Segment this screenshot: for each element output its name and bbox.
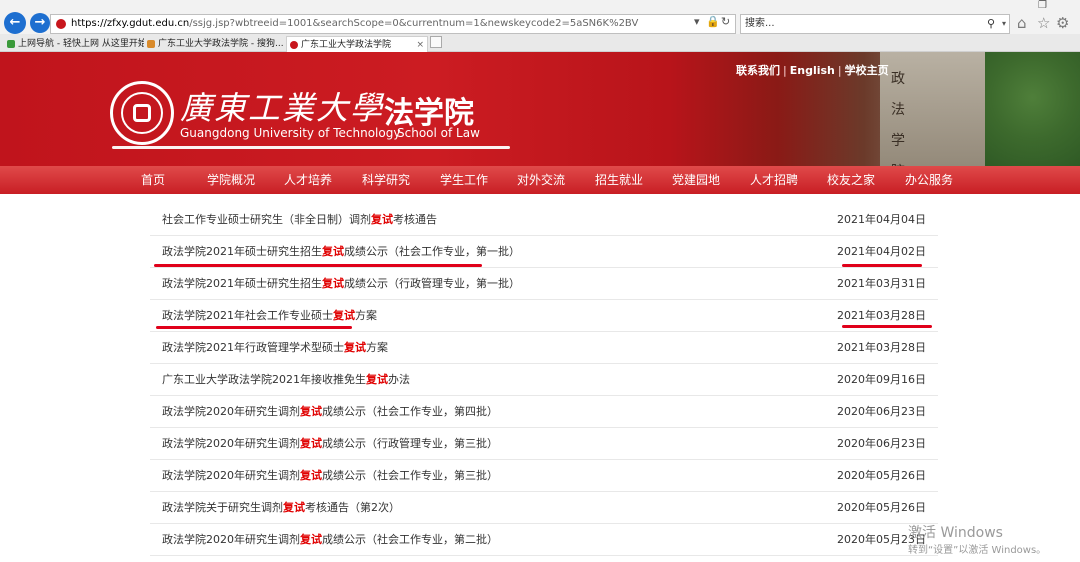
item-title[interactable]: 政法学院2020年研究生调剂复试成绩公示（社会工作专业，第三批）	[162, 460, 498, 492]
site-banner: 政 法 学 院 联系我们|English|学校主页 廣東工業大學 Guangdo…	[0, 52, 1080, 166]
annotation-underline	[156, 326, 352, 329]
nav-alumni[interactable]: 校友之家	[827, 166, 875, 194]
nav-recruitment[interactable]: 人才招聘	[750, 166, 798, 194]
search-placeholder: 搜索...	[745, 18, 775, 29]
item-date: 2021年04月04日	[837, 213, 926, 226]
tab-bar: 上网导航 - 轻快上网 从这里开始 广东工业大学政法学院 - 搜狗... 广东工…	[0, 34, 1080, 52]
close-tab-icon[interactable]: ×	[416, 37, 424, 52]
windows-activation-hint: 转到“设置”以激活 Windows。	[908, 545, 1047, 556]
school-name-en: School of Law	[397, 126, 480, 140]
nav-student[interactable]: 学生工作	[440, 166, 488, 194]
nav-about[interactable]: 学院概况	[207, 166, 255, 194]
separator: |	[837, 64, 842, 77]
nav-home[interactable]: 首页	[141, 166, 165, 194]
building-sign-char: 院	[886, 157, 910, 166]
university-name-en: Guangdong University of Technology	[180, 126, 401, 140]
tab-label: 广东工业大学政法学院 - 搜狗...	[158, 39, 284, 49]
item-title[interactable]: 政法学院2021年硕士研究生招生复试成绩公示（行政管理专业，第一批）	[162, 268, 520, 300]
url-host: https://zfxy.gdut.edu.cn	[71, 18, 190, 29]
university-seal-icon	[110, 81, 174, 145]
trees-image	[985, 52, 1080, 166]
url-input[interactable]: https://zfxy.gdut.edu.cn/ssjg.jsp?wbtree…	[50, 14, 736, 34]
windows-activation-watermark: 激活 Windows	[908, 525, 1003, 541]
item-title[interactable]: 政法学院2020年研究生调剂复试成绩公示（社会工作专业，第四批）	[162, 396, 498, 428]
item-date: 2020年06月23日	[837, 405, 926, 418]
list-item[interactable]: 政法学院2020年研究生调剂复试成绩公示（社会工作专业，第四批） 2020年06…	[150, 396, 938, 428]
item-date: 2020年05月26日	[837, 501, 926, 514]
dropdown-icon[interactable]: ▾	[694, 15, 700, 28]
item-date: 2020年05月26日	[837, 469, 926, 482]
list-item[interactable]: 社会工作专业硕士研究生（非全日制）调剂复试考核通告 2021年04月04日	[150, 204, 938, 236]
english-link[interactable]: English	[790, 64, 835, 77]
nav-research[interactable]: 科学研究	[362, 166, 410, 194]
list-item[interactable]: 广东工业大学政法学院2021年接收推免生复试办法 2020年09月16日	[150, 364, 938, 396]
list-item[interactable]: 政法学院关于研究生调剂复试考核通告（第2次） 2020年05月26日	[150, 492, 938, 524]
url-path: /ssjg.jsp?wbtreeid=1001&searchScope=0&cu…	[189, 18, 639, 29]
item-title[interactable]: 政法学院关于研究生调剂复试考核通告（第2次）	[162, 492, 400, 524]
contact-link[interactable]: 联系我们	[736, 62, 780, 78]
tab-favicon-icon	[7, 40, 15, 48]
settings-gear-icon[interactable]: ⚙	[1056, 14, 1069, 32]
address-bar-area: ← → https://zfxy.gdut.edu.cn/ssjg.jsp?wb…	[0, 0, 1080, 34]
lock-icon[interactable]: 🔒	[706, 15, 720, 28]
item-date: 2021年03月31日	[837, 277, 926, 290]
list-item[interactable]: 政法学院2021年硕士研究生招生复试成绩公示（行政管理专业，第一批） 2021年…	[150, 268, 938, 300]
item-title[interactable]: 政法学院2021年行政管理学术型硕士复试方案	[162, 332, 388, 364]
annotation-underline	[154, 264, 482, 267]
top-links: 联系我们 | English | 学校主页	[736, 62, 889, 78]
search-dropdown-icon[interactable]: ▾	[1002, 15, 1006, 33]
separator: |	[783, 64, 787, 77]
list-item[interactable]: 政法学院2021年行政管理学术型硕士复试方案 2021年03月28日	[150, 332, 938, 364]
home-icon[interactable]: ⌂	[1017, 14, 1027, 32]
refresh-icon[interactable]: ↻	[721, 15, 730, 28]
restore-window-icon[interactable]: ❐	[1038, 0, 1047, 11]
item-title[interactable]: 广东工业大学政法学院2021年接收推免生复试办法	[162, 364, 410, 396]
building-sign: 政 法 学 院	[886, 64, 910, 166]
list-item[interactable]: 政法学院2020年研究生调剂复试成绩公示（行政管理专业，第三批） 2020年06…	[150, 428, 938, 460]
site-favicon-icon	[56, 19, 66, 29]
annotation-underline	[842, 325, 932, 328]
favorites-star-icon[interactable]: ☆	[1037, 14, 1050, 32]
nav-admission[interactable]: 招生就业	[595, 166, 643, 194]
university-name-cn: 廣東工業大學	[180, 89, 385, 127]
tab-navigation[interactable]: 上网导航 - 轻快上网 从这里开始	[4, 36, 144, 52]
browser-window: ← → https://zfxy.gdut.edu.cn/ssjg.jsp?wb…	[0, 0, 1080, 562]
new-tab-button[interactable]	[430, 36, 442, 48]
nav-education[interactable]: 人才培养	[284, 166, 332, 194]
list-item[interactable]: 政法学院2020年研究生调剂复试成绩公示（社会工作专业，第二批） 2020年05…	[150, 524, 938, 556]
item-date: 2020年06月23日	[837, 437, 926, 450]
university-home-link[interactable]: 学校主页	[845, 62, 889, 78]
building-sign-char: 学	[891, 133, 905, 149]
annotation-underline	[842, 264, 922, 267]
search-icon[interactable]: ⚲	[987, 15, 995, 33]
tab-search-result[interactable]: 广东工业大学政法学院 - 搜狗...	[144, 36, 284, 52]
building-sign-char: 法	[891, 102, 905, 118]
nav-office[interactable]: 办公服务	[905, 166, 953, 194]
building-sign-char: 政	[891, 71, 905, 87]
item-title[interactable]: 政法学院2020年研究生调剂复试成绩公示（行政管理专业，第三批）	[162, 428, 498, 460]
item-title[interactable]: 政法学院2020年研究生调剂复试成绩公示（社会工作专业，第二批）	[162, 524, 498, 556]
tab-label: 上网导航 - 轻快上网 从这里开始	[18, 39, 144, 49]
nav-exchange[interactable]: 对外交流	[517, 166, 565, 194]
tab-favicon-icon	[290, 41, 298, 49]
nav-party[interactable]: 党建园地	[672, 166, 720, 194]
back-arrow-icon[interactable]: ←	[4, 12, 26, 34]
tab-favicon-icon	[147, 40, 155, 48]
tab-active[interactable]: 广东工业大学政法学院 ×	[286, 36, 428, 52]
item-date: 2020年09月16日	[837, 373, 926, 386]
forward-arrow-icon[interactable]: →	[30, 13, 50, 33]
item-title[interactable]: 社会工作专业硕士研究生（非全日制）调剂复试考核通告	[162, 204, 437, 236]
item-date: 2021年03月28日	[837, 341, 926, 354]
search-input[interactable]: 搜索... ⚲ ▾	[740, 14, 1010, 34]
list-item[interactable]: 政法学院2020年研究生调剂复试成绩公示（社会工作专业，第三批） 2020年05…	[150, 460, 938, 492]
banner-divider	[112, 146, 510, 149]
main-nav: 首页 学院概况 人才培养 科学研究 学生工作 对外交流 招生就业 党建园地 人才…	[0, 166, 1080, 194]
tab-label: 广东工业大学政法学院	[301, 40, 392, 50]
